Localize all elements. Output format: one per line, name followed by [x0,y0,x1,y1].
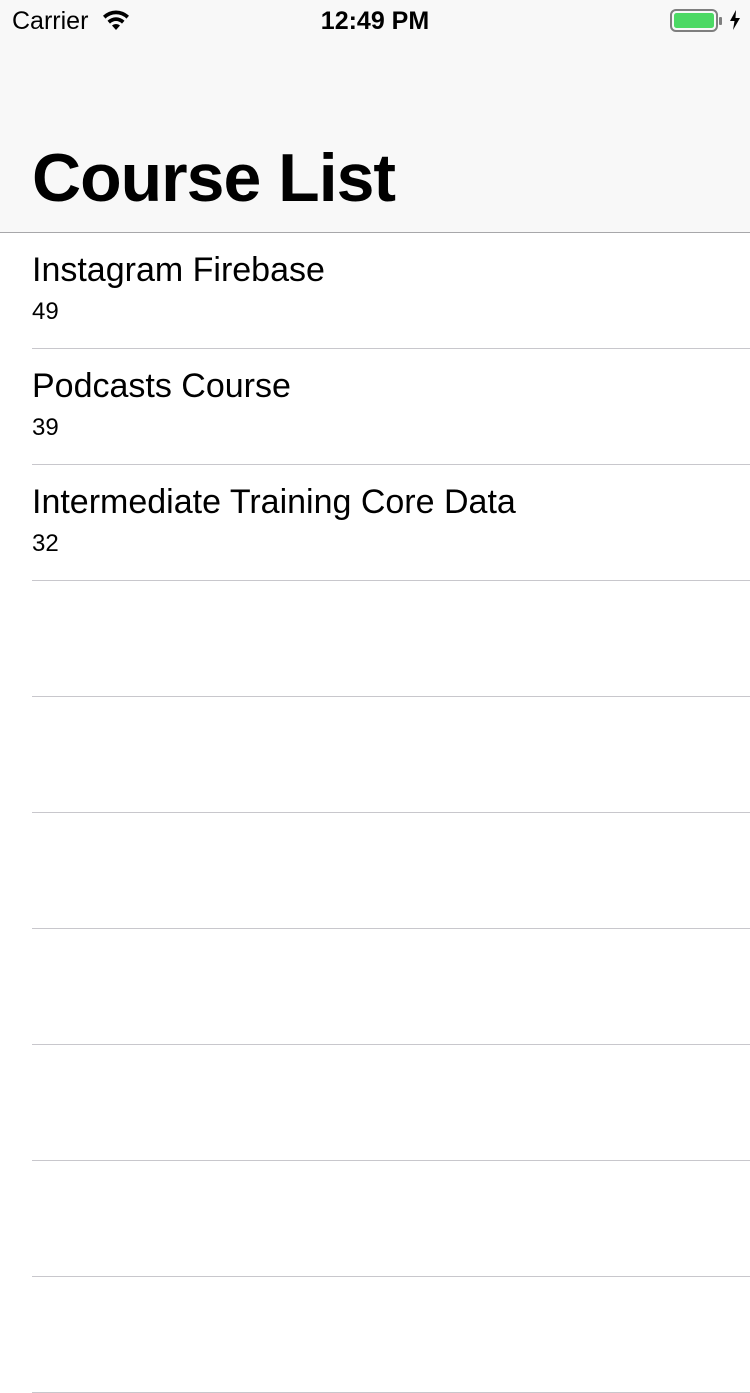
empty-table-row [32,813,750,929]
empty-table-row [32,581,750,697]
battery-icon [670,9,722,32]
page-title: Course List [32,140,396,216]
course-title: Podcasts Course [32,367,291,405]
table-row[interactable]: Intermediate Training Core Data 32 [32,465,750,581]
status-time: 12:49 PM [320,7,430,35]
course-title: Intermediate Training Core Data [32,483,516,521]
status-bar: Carrier 12:49 PM [0,0,750,40]
course-subtitle: 49 [32,298,59,325]
empty-table-row [32,1277,750,1393]
course-table[interactable]: Instagram Firebase 49 Podcasts Course 39… [0,233,750,1393]
charging-bolt-icon [730,10,740,30]
empty-table-row [32,929,750,1045]
table-row[interactable]: Podcasts Course 39 [32,349,750,465]
empty-table-row [32,697,750,813]
table-row[interactable]: Instagram Firebase 49 [32,233,750,349]
empty-table-row [32,1161,750,1277]
course-title: Instagram Firebase [32,251,325,289]
course-subtitle: 39 [32,414,59,441]
navigation-bar: Carrier 12:49 PM Course List [0,0,750,233]
course-subtitle: 32 [32,530,59,557]
empty-table-row [32,1045,750,1161]
